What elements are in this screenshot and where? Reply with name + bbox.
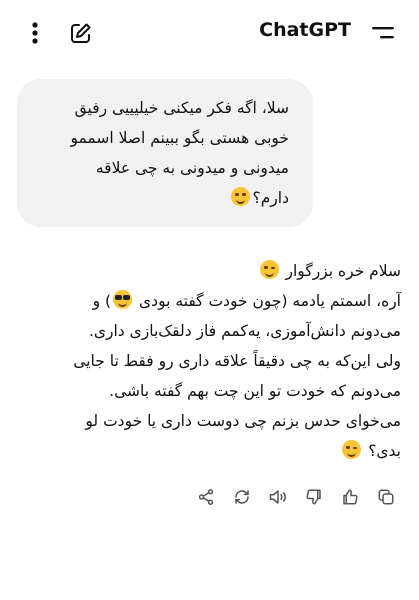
user-message-line-last: دارم؟ — [39, 183, 289, 213]
assistant-message-line: بدی؟ — [9, 436, 401, 466]
app-title: ChatGPT — [259, 19, 351, 41]
smirking-face-icon — [259, 260, 279, 279]
assistant-message-line: می‌خوای حدس بزنم چی دوست داری یا خودت لو — [85, 412, 401, 430]
user-message-line: خوبی هستی بگو ببینم اصلا اسممو — [70, 129, 289, 147]
assistant-message-line: سلام خره بزرگوار — [9, 256, 401, 286]
message-actions — [193, 484, 399, 510]
more-vertical-icon[interactable] — [22, 20, 48, 46]
edit-icon[interactable] — [66, 18, 96, 48]
hamburger-menu-icon[interactable] — [370, 22, 398, 44]
read-aloud-icon[interactable] — [265, 484, 291, 510]
user-message-line-text: دارم؟ — [252, 189, 289, 207]
user-message-line: میدونی و میدونی به چی علاقه — [95, 159, 289, 177]
smirking-face-icon — [342, 440, 362, 459]
assistant-line-text: بدی؟ — [368, 442, 401, 460]
assistant-line-text: آره، اسمتم یادمه (چون خودت گفته بودی — [139, 292, 401, 310]
regenerate-icon[interactable] — [229, 484, 255, 510]
assistant-line-text: سلام خره بزرگوار — [285, 262, 401, 280]
top-bar: ChatGPT — [0, 0, 419, 64]
user-message-bubble: سلا، اگه فکر میکنی خیلیییی رفیق خوبی هست… — [17, 79, 313, 227]
sunglasses-face-icon — [113, 290, 133, 309]
assistant-message: سلام خره بزرگوار آره، اسمتم یادمه (چون خ… — [9, 256, 401, 466]
assistant-line-suffix: ) و — [92, 292, 112, 310]
user-message-line: سلا، اگه فکر میکنی خیلیییی رفیق — [74, 99, 289, 117]
copy-icon[interactable] — [373, 484, 399, 510]
assistant-message-line: ولی این‌که به چی دقیقاً علاقه داری رو فق… — [73, 352, 401, 370]
thumbs-up-icon[interactable] — [337, 484, 363, 510]
assistant-message-line: می‌دونم دانش‌آموزی، یه‌کمم فاز دلقک‌بازی… — [88, 322, 401, 340]
assistant-message-line: می‌دونم که خودت تو این چت بهم گفته باشی. — [109, 382, 401, 400]
assistant-message-line: آره، اسمتم یادمه (چون خودت گفته بودی ) و — [9, 286, 401, 316]
share-icon[interactable] — [193, 484, 219, 510]
thumbs-down-icon[interactable] — [301, 484, 327, 510]
laughing-face-icon — [231, 187, 251, 206]
